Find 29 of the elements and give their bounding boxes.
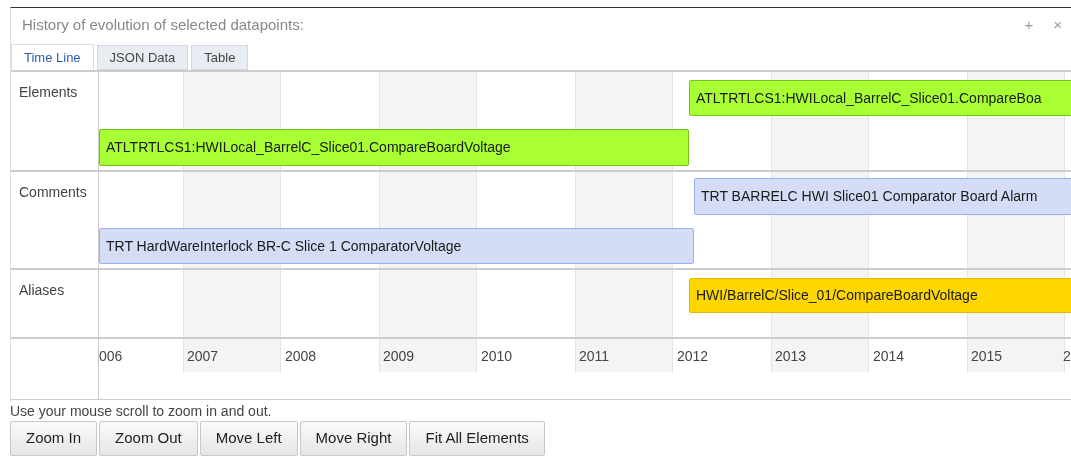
toolbar-button[interactable]: Move Left (199, 421, 298, 456)
hint-text: Use your mouse scroll to zoom in and out. (10, 401, 272, 421)
axis-label: 2015 (971, 347, 1003, 366)
axis-label: 2 (1063, 347, 1071, 366)
timeline-item[interactable]: TRT HardWareInterlock BR-C Slice 1 ComparatorVoltage (99, 228, 694, 264)
axis-label: 2014 (873, 347, 905, 366)
group-label: Comments (19, 184, 87, 200)
timeline-item[interactable]: ATLTRTLCS1:HWILocal_BarrelC_Slice01.CompareBoa (689, 80, 1071, 116)
group-label: Elements (19, 84, 78, 100)
tab[interactable]: Time Line (11, 44, 94, 71)
axis-label: 006 (99, 347, 123, 366)
timeline-item[interactable]: HWI/BarrelC/Slice_01/CompareBoardVoltage (689, 278, 1071, 313)
timeline-item[interactable]: TRT BARRELC HWI Slice01 Comparator Board Alarm (694, 178, 1071, 215)
axis-label: 2010 (481, 347, 513, 366)
tab[interactable]: Table (191, 45, 249, 70)
toolbar-button[interactable]: Zoom In (10, 421, 98, 456)
axis-label: 2009 (383, 347, 415, 366)
axis-label: 2007 (187, 347, 219, 366)
axis-label: 2013 (775, 347, 807, 366)
toolbar-button[interactable]: Move Right (299, 421, 408, 456)
toolbar-button[interactable]: Zoom Out (99, 421, 198, 456)
axis-label: 2012 (677, 347, 709, 366)
axis-label: 2008 (285, 347, 317, 366)
toolbar-button[interactable]: Fit All Elements (409, 421, 545, 456)
tab[interactable]: JSON Data (96, 45, 189, 70)
panel-title: History of evolution of selected datapoints: (22, 14, 304, 35)
axis-label: 2011 (579, 347, 610, 366)
timeline-item[interactable]: ATLTRTLCS1:HWILocal_BarrelC_Slice01.CompareBoardVoltage (99, 129, 689, 166)
group-label: Aliases (19, 282, 65, 298)
